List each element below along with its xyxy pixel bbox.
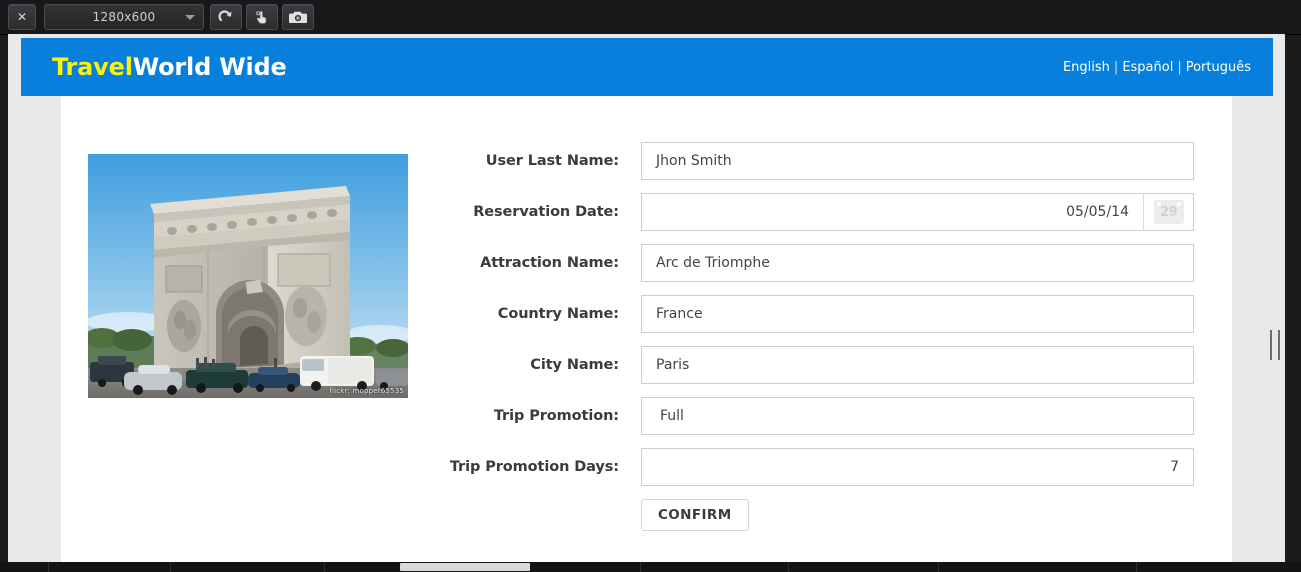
label-attraction-name: Attraction Name: [480,255,619,271]
input-reservation-date[interactable]: 05/05/14 29 [641,193,1194,231]
scrollbar-thumb[interactable] [400,563,530,571]
rotate-icon [218,10,232,22]
label-trip-promotion: Trip Promotion: [493,408,619,424]
emulator-toolbar: ✕ 1280x600 [0,0,1301,35]
resolution-value: 1280x600 [92,10,156,24]
brand-first: Travel [52,53,133,81]
resize-grip-bar [1270,330,1272,360]
value-trip-promotion-days: 7 [1170,459,1179,475]
form-row-reservation-date: Reservation Date: 05/05/14 29 [61,193,1232,231]
device-viewport: TravelWorld Wide English | Español | Por… [8,34,1285,562]
resize-handle[interactable] [1270,330,1280,360]
label-city-name: City Name: [530,357,619,373]
confirm-spacer [61,499,641,531]
horizontal-scrollbar[interactable] [0,562,1301,572]
scrollbar-tick [324,562,325,572]
resolution-dropdown[interactable]: 1280x600 [44,4,204,30]
scrollbar-tick [788,562,789,572]
input-user-last-name[interactable]: Jhon Smith [641,142,1194,180]
value-country-name: France [656,306,703,322]
close-button[interactable]: ✕ [8,4,36,30]
touch-button[interactable] [246,4,278,30]
form-row-attraction-name: Attraction Name: Arc de Triomphe [61,244,1232,282]
scrollbar-tick [170,562,171,572]
language-switcher: English | Español | Português [1063,60,1251,75]
scrollbar-tick [640,562,641,572]
rotate-button[interactable] [210,4,242,30]
brand-second: World Wide [132,53,287,81]
input-trip-promotion-days[interactable]: 7 [641,448,1194,486]
value-trip-promotion: Full [660,408,684,424]
form-row-trip-promotion: Trip Promotion: Full [61,397,1232,435]
resize-grip-bar [1278,330,1280,360]
input-country-name[interactable]: France [641,295,1194,333]
form-row-user-last-name: User Last Name: Jhon Smith [61,142,1232,180]
form-row-country-name: Country Name: France [61,295,1232,333]
language-separator: | [1113,59,1119,75]
value-user-last-name: Jhon Smith [656,153,732,169]
value-attraction-name: Arc de Triomphe [656,255,770,271]
language-link-portugues[interactable]: Português [1186,60,1251,75]
confirm-button[interactable]: CONFIRM [641,499,749,531]
input-trip-promotion[interactable]: Full [641,397,1194,435]
label-trip-promotion-days: Trip Promotion Days: [449,459,619,475]
chevron-down-icon [185,15,195,20]
label-country-name: Country Name: [497,306,619,322]
form-row-trip-promotion-days: Trip Promotion Days: 7 [61,448,1232,486]
language-link-espanol[interactable]: Español [1122,60,1173,75]
language-separator: | [1177,59,1182,75]
calendar-icon: 29 [1153,200,1184,224]
form-row-city-name: City Name: Paris [61,346,1232,384]
value-reservation-date: 05/05/14 [1066,204,1129,220]
label-reservation-date: Reservation Date: [473,204,619,220]
content-card: flickr: moppet65535 User Last Name: Jhon… [61,96,1232,562]
site-logo: TravelWorld Wide [52,53,287,81]
scrollbar-tick [1136,562,1137,572]
camera-icon [289,11,307,23]
confirm-row: CONFIRM [61,499,1232,531]
language-link-english[interactable]: English [1063,60,1110,75]
site-header: TravelWorld Wide English | Español | Por… [21,38,1273,96]
reservation-form: User Last Name: Jhon Smith Reservation D… [61,142,1232,531]
close-icon: ✕ [16,10,28,24]
input-attraction-name[interactable]: Arc de Triomphe [641,244,1194,282]
scrollbar-tick [938,562,939,572]
value-city-name: Paris [656,357,690,373]
input-city-name[interactable]: Paris [641,346,1194,384]
hand-touch-icon [256,10,267,24]
calendar-picker-button[interactable]: 29 [1143,194,1193,230]
screenshot-button[interactable] [282,4,314,30]
scrollbar-tick [48,562,49,572]
label-user-last-name: User Last Name: [485,153,619,169]
